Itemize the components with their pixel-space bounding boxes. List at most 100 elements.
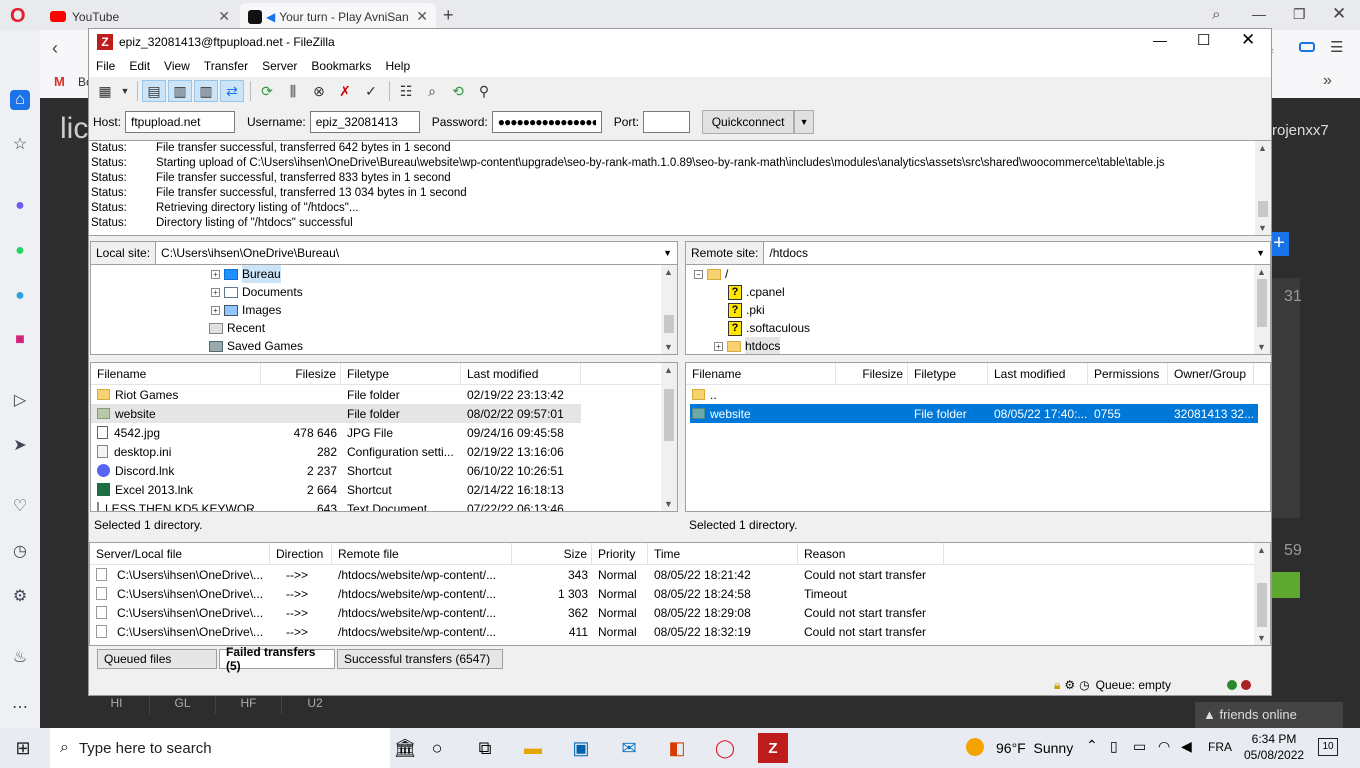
game-tab[interactable]: GL xyxy=(150,696,216,714)
column-direction[interactable]: Direction xyxy=(270,543,332,564)
game-tab[interactable]: HI xyxy=(84,696,150,714)
task-view-icon[interactable]: ⧉ xyxy=(470,733,500,763)
menu-file[interactable]: File xyxy=(89,59,122,73)
new-tab-icon[interactable]: + xyxy=(443,5,454,26)
game-tab[interactable]: U2 xyxy=(282,696,348,714)
minimize-icon[interactable]: — xyxy=(1252,6,1266,22)
search-icon[interactable]: ⌕ xyxy=(1212,6,1220,23)
scroll-down-icon[interactable]: ▼ xyxy=(1258,223,1267,233)
scroll-up-icon[interactable]: ▲ xyxy=(1257,545,1266,555)
tab-failed-transfers[interactable]: Failed transfers (5) xyxy=(219,645,335,673)
queue-scrollbar[interactable]: ▲ ▼ xyxy=(1254,543,1270,645)
search-icon[interactable]: ⌕ xyxy=(420,80,444,102)
expand-icon[interactable]: + xyxy=(211,305,220,315)
toggle-queue-icon[interactable]: ⇄ xyxy=(220,80,244,102)
file-row[interactable]: .. xyxy=(690,385,1258,404)
language-indicator[interactable]: FRA xyxy=(1208,740,1232,754)
directory-filter-icon[interactable]: ☷ xyxy=(394,80,418,102)
tree-item[interactable]: + Documents xyxy=(91,283,677,301)
gmail-icon[interactable]: M xyxy=(54,74,65,89)
column-permissions[interactable]: Permissions xyxy=(1088,363,1168,384)
column-filesize[interactable]: Filesize xyxy=(261,363,341,384)
maximize-icon[interactable]: ☐ xyxy=(1197,31,1210,49)
column-last-modified[interactable]: Last modified xyxy=(461,363,581,384)
history-icon[interactable]: ◷ xyxy=(10,542,30,562)
column-remote-file[interactable]: Remote file xyxy=(332,543,512,564)
file-row[interactable]: Riot Games File folder 02/19/22 23:13:42 xyxy=(91,385,581,404)
player-icon[interactable]: ▷ xyxy=(10,391,30,411)
column-filetype[interactable]: Filetype xyxy=(341,363,461,384)
queue-row[interactable]: C:\Users\ihsen\OneDrive\... -->> /htdocs/w… xyxy=(90,603,1270,622)
port-input[interactable] xyxy=(643,111,691,133)
filezilla-taskbar-icon[interactable]: Z xyxy=(758,733,788,763)
menu-bookmarks[interactable]: Bookmarks xyxy=(304,59,378,73)
battery-icon[interactable]: ▭ xyxy=(1133,738,1146,755)
log-scrollbar[interactable]: ▲ ▼ xyxy=(1255,141,1271,235)
tree-item[interactable]: ? .softaculous xyxy=(686,319,1270,337)
volume-icon[interactable]: ◀ xyxy=(1181,738,1192,755)
tree-item[interactable]: + Bureau xyxy=(91,265,677,283)
weather-text[interactable]: 96°F Sunny xyxy=(996,740,1073,756)
toggle-local-tree-icon[interactable]: ▥ xyxy=(168,80,192,102)
scroll-thumb[interactable] xyxy=(1257,583,1267,627)
column-last-modified[interactable]: Last modified xyxy=(988,363,1088,384)
close-tab-icon[interactable]: ✕ xyxy=(416,8,428,25)
tab-youtube[interactable]: YouTube ✕ xyxy=(42,3,238,30)
reconnect-icon[interactable]: ✓ xyxy=(359,80,383,102)
toggle-remote-tree-icon[interactable]: ▥ xyxy=(194,80,218,102)
column-filename[interactable]: Filename xyxy=(91,363,261,384)
password-input[interactable] xyxy=(491,111,602,133)
remote-tree-scrollbar[interactable]: ▲ ▼ xyxy=(1254,265,1270,354)
plus-icon[interactable]: + xyxy=(1269,232,1289,256)
scroll-down-icon[interactable]: ▼ xyxy=(664,499,673,509)
tab-game[interactable]: ◀ Your turn - Play AvniSan ✕ xyxy=(240,3,436,30)
scroll-up-icon[interactable]: ▲ xyxy=(664,267,673,277)
scroll-thumb[interactable] xyxy=(664,389,674,441)
file-row[interactable]: LESS THEN KD5 KEYWOR... 643 Text Document 0… xyxy=(91,499,581,511)
column-filename[interactable]: Filename xyxy=(686,363,836,384)
gear-icon[interactable]: ⚙ xyxy=(1064,678,1075,692)
column-filetype[interactable]: Filetype xyxy=(908,363,988,384)
toggle-log-icon[interactable]: ▤ xyxy=(142,80,166,102)
scroll-up-icon[interactable]: ▲ xyxy=(1258,143,1267,153)
expand-icon[interactable]: + xyxy=(714,341,723,351)
send-icon[interactable]: ➤ xyxy=(10,436,30,456)
home-icon[interactable]: ⌂ xyxy=(10,90,30,110)
restore-icon[interactable]: ❐ xyxy=(1293,6,1306,23)
instagram-icon[interactable]: ■ xyxy=(10,330,30,350)
disconnect-icon[interactable]: ✗ xyxy=(333,80,357,102)
cancel-icon[interactable]: ⊗ xyxy=(307,80,331,102)
username-input[interactable] xyxy=(309,111,420,133)
tree-item[interactable]: ? .cpanel xyxy=(686,283,1270,301)
wifi-icon[interactable]: ◠ xyxy=(1158,738,1170,755)
chevron-down-icon[interactable]: ▼ xyxy=(663,248,677,258)
battery-saver-icon[interactable]: ▯ xyxy=(1110,738,1118,755)
column-reason[interactable]: Reason xyxy=(798,543,944,564)
close-icon[interactable]: ✕ xyxy=(1241,30,1255,50)
back-icon[interactable]: ‹ xyxy=(52,38,58,59)
local-tree-scrollbar[interactable]: ▲ ▼ xyxy=(661,265,677,354)
tab-successful-transfers[interactable]: Successful transfers (6547) xyxy=(337,649,503,669)
mail-icon[interactable]: ✉ xyxy=(614,733,644,763)
menu-edit[interactable]: Edit xyxy=(122,59,157,73)
tab-queued-files[interactable]: Queued files xyxy=(97,649,217,669)
scroll-thumb[interactable] xyxy=(1257,279,1267,327)
menu-view[interactable]: View xyxy=(157,59,197,73)
heart-icon[interactable]: ♡ xyxy=(10,497,30,517)
minimize-icon[interactable]: — xyxy=(1153,32,1167,48)
menu-help[interactable]: Help xyxy=(378,59,417,73)
refresh-icon[interactable]: ⟳ xyxy=(255,80,279,102)
search-highlight-icon[interactable]: 🏛︎ xyxy=(390,733,420,763)
file-row[interactable]: Discord.lnk 2 237 Shortcut 06/10/22 10:26:5… xyxy=(91,461,581,480)
local-site-path[interactable]: C:\Users\ihsen\OneDrive\Bureau\ xyxy=(156,246,663,260)
cortana-icon[interactable]: ○ xyxy=(422,733,452,763)
tree-item[interactable]: − / xyxy=(686,265,1270,283)
tree-item[interactable]: Saved Games xyxy=(91,337,677,354)
file-row[interactable]: Excel 2013.lnk 2 664 Shortcut 02/14/22 16:1… xyxy=(91,480,581,499)
more-icon[interactable]: ⋯ xyxy=(10,698,30,718)
close-window-icon[interactable]: ✕ xyxy=(1332,4,1346,24)
file-row[interactable]: website File folder 08/05/22 17:40:... 0755… xyxy=(690,404,1258,423)
quickconnect-button[interactable]: Quickconnect xyxy=(702,110,795,134)
green-button[interactable] xyxy=(1272,572,1300,598)
sync-browse-icon[interactable]: ⟲ xyxy=(446,80,470,102)
